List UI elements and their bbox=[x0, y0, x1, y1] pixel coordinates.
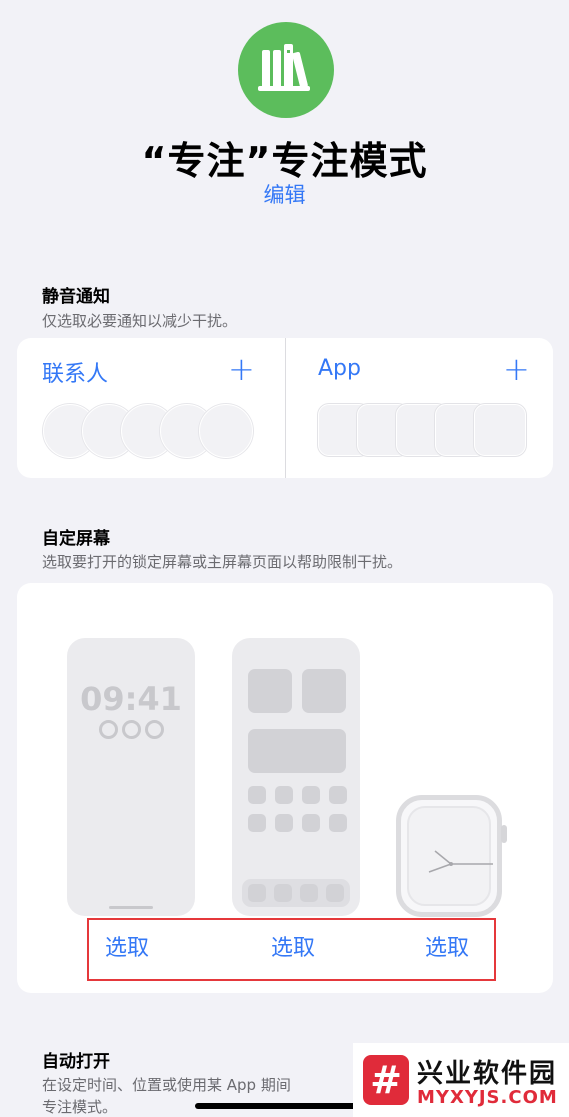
app-icon-placeholder bbox=[275, 786, 293, 804]
app-placeholder bbox=[474, 404, 526, 456]
widget-placeholder bbox=[248, 729, 346, 773]
widget-placeholder bbox=[248, 669, 292, 713]
watermark-url: MYXYJS.COM bbox=[417, 1087, 558, 1108]
auto-section-subtitle-line2: 专注模式。 bbox=[42, 1098, 118, 1116]
people-label[interactable]: 联系人 bbox=[42, 356, 108, 388]
silence-section-title: 静音通知 bbox=[42, 287, 110, 307]
dock-icon-placeholder bbox=[274, 884, 292, 902]
app-icon-placeholder bbox=[329, 814, 347, 832]
home-indicator bbox=[195, 1103, 365, 1109]
add-apps-button[interactable]: + bbox=[503, 350, 530, 388]
widget-circle-icon bbox=[145, 720, 164, 739]
widget-placeholder bbox=[302, 669, 346, 713]
watermark-logo: # bbox=[363, 1055, 409, 1105]
watch-face-preview[interactable] bbox=[396, 795, 502, 917]
watch-face bbox=[407, 806, 493, 906]
watermark: # 兴业软件园 MYXYJS.COM bbox=[353, 1043, 569, 1117]
auto-section-title: 自动打开 bbox=[42, 1052, 110, 1072]
widget-circle-icon bbox=[99, 720, 118, 739]
books-icon bbox=[258, 44, 310, 91]
highlight-annotation-box bbox=[87, 918, 496, 981]
clock-hands-icon bbox=[428, 850, 493, 873]
lock-screen-time: 09:41 bbox=[80, 680, 182, 718]
screens-section-title: 自定屏幕 bbox=[42, 529, 110, 549]
edit-button[interactable]: 编辑 bbox=[0, 179, 569, 209]
app-icon-placeholder bbox=[329, 786, 347, 804]
silence-section-subtitle: 仅选取必要通知以减少干扰。 bbox=[42, 312, 238, 330]
dock-icon-placeholder bbox=[300, 884, 318, 902]
page-title: “专注”专注模式 bbox=[141, 139, 428, 183]
apps-label[interactable]: App bbox=[318, 356, 361, 381]
home-bar bbox=[109, 906, 153, 909]
contact-placeholder bbox=[199, 404, 253, 458]
screens-section-subtitle: 选取要打开的锁定屏幕或主屏幕页面以帮助限制干扰。 bbox=[42, 553, 403, 571]
column-divider bbox=[285, 338, 286, 478]
watermark-name: 兴业软件园 bbox=[417, 1059, 558, 1089]
app-icon-placeholder bbox=[302, 786, 320, 804]
focus-mode-icon bbox=[238, 22, 334, 118]
app-icon-placeholder bbox=[275, 814, 293, 832]
home-screen-preview[interactable] bbox=[232, 638, 360, 916]
dock-icon-placeholder bbox=[248, 884, 266, 902]
watch-crown bbox=[501, 825, 507, 843]
widget-circle-icon bbox=[122, 720, 141, 739]
app-icon-placeholder bbox=[302, 814, 320, 832]
dock-icon-placeholder bbox=[326, 884, 344, 902]
allowed-notifications-card: 联系人 + App + bbox=[17, 338, 553, 478]
add-people-button[interactable]: + bbox=[228, 350, 255, 388]
auto-section-subtitle-line1: 在设定时间、位置或使用某 App 期间 bbox=[42, 1076, 291, 1094]
lock-screen-preview[interactable]: 09:41 bbox=[67, 638, 195, 916]
app-icon-placeholder bbox=[248, 786, 266, 804]
app-icon-placeholder bbox=[248, 814, 266, 832]
dock bbox=[242, 879, 350, 907]
